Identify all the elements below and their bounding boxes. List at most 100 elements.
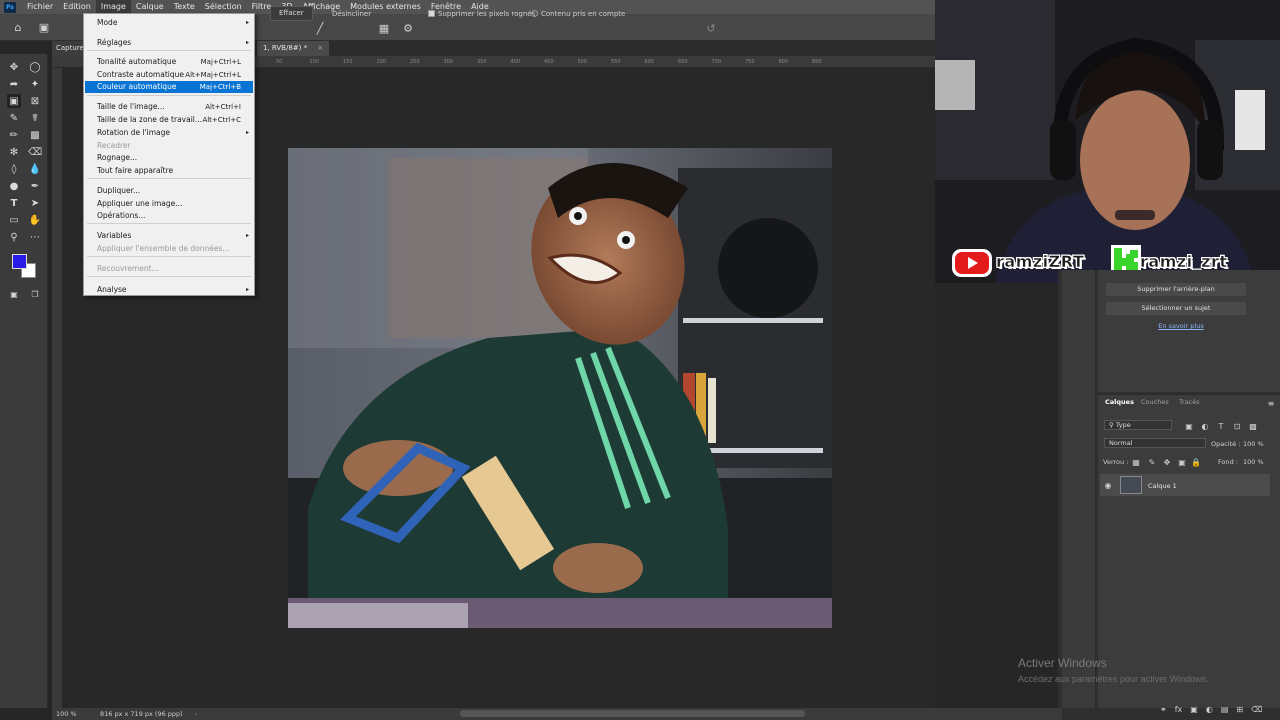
- image-menu-item[interactable]: Couleur automatique Maj+Ctrl+B: [85, 81, 253, 93]
- lock-transparent-icon[interactable]: ▦: [1131, 457, 1141, 467]
- lock-pixels-icon[interactable]: ✎: [1147, 457, 1157, 467]
- frame-tool-icon[interactable]: ⊠: [28, 94, 42, 108]
- type-icon[interactable]: T: [7, 196, 21, 210]
- reset-icon[interactable]: ↺: [703, 20, 719, 36]
- link-icon[interactable]: ⚭: [1160, 705, 1167, 714]
- home-icon[interactable]: ⌂: [10, 19, 26, 35]
- dodge-icon[interactable]: ●: [7, 179, 21, 193]
- checkbox-unchecked-icon: [531, 10, 538, 17]
- ruler-tick-label: 650: [678, 59, 688, 65]
- image-menu-item[interactable]: Taille de l'image... Alt+Ctrl+I: [85, 101, 253, 113]
- grid-overlay-icon[interactable]: ▦: [376, 20, 392, 36]
- tab-layers[interactable]: Calques: [1105, 398, 1134, 406]
- menu-fichier[interactable]: Fichier: [22, 0, 58, 14]
- layer-filter-dropdown[interactable]: ⚲ Type: [1104, 420, 1172, 430]
- filter-smart-object-icon[interactable]: ▩: [1248, 421, 1258, 431]
- image-menu-item[interactable]: Appliquer une image...: [85, 198, 253, 210]
- tab-channels[interactable]: Couches: [1141, 398, 1169, 406]
- menu-selection[interactable]: Sélection: [200, 0, 247, 14]
- move-tool-icon[interactable]: ✥: [7, 60, 21, 74]
- panel-menu-icon[interactable]: ≡: [1266, 398, 1276, 408]
- menu-item-label: Rotation de l'image: [97, 128, 171, 137]
- mask-icon[interactable]: ▣: [1190, 705, 1198, 714]
- paint-bucket-icon[interactable]: ◊: [7, 162, 21, 176]
- menu-image[interactable]: Image: [95, 0, 131, 14]
- lasso-tool-icon[interactable]: ➦: [7, 77, 21, 91]
- image-menu-item[interactable]: Mode ▸: [85, 17, 253, 29]
- close-icon[interactable]: ×: [317, 44, 323, 52]
- image-menu-item[interactable]: Variables ▸: [85, 230, 253, 242]
- menu-item-label: Contraste automatique: [97, 70, 184, 79]
- opacity-value[interactable]: 100 %: [1243, 440, 1264, 448]
- marquee-tool-icon[interactable]: ◯: [28, 60, 42, 74]
- horizontal-scrollbar[interactable]: [460, 710, 805, 717]
- document-tab-active[interactable]: 1, RVB/8#) * ×: [257, 41, 330, 56]
- image-menu-item[interactable]: Contraste automatique Alt+Maj+Ctrl+L: [85, 69, 253, 81]
- image-menu-item[interactable]: Rognage...: [85, 152, 253, 164]
- crop-tool-icon[interactable]: ▣: [36, 19, 52, 35]
- eye-icon[interactable]: ◉: [1103, 480, 1113, 490]
- ruler-tick-label: 100: [309, 59, 320, 65]
- more-tools-icon[interactable]: ⋯: [28, 230, 42, 244]
- blend-mode-dropdown[interactable]: Normal: [1104, 438, 1206, 448]
- fill-value[interactable]: 100 %: [1243, 458, 1264, 466]
- screen-mode-icon[interactable]: ❐: [28, 287, 42, 301]
- filter-shape-icon[interactable]: ⊡: [1232, 421, 1242, 431]
- content-aware-checkbox[interactable]: Contenu pris en compte: [531, 10, 625, 18]
- fx-icon[interactable]: fx: [1175, 705, 1183, 714]
- foreground-color-swatch[interactable]: [12, 254, 27, 269]
- adjustment-icon[interactable]: ◐: [1206, 705, 1213, 714]
- filter-type-icon[interactable]: T: [1216, 421, 1226, 431]
- image-menu-item[interactable]: Tout faire apparaître: [85, 165, 253, 177]
- image-menu-item[interactable]: Analyse ▸: [85, 284, 253, 296]
- menu-texte[interactable]: Texte: [169, 0, 200, 14]
- lock-all-icon[interactable]: 🔒: [1191, 457, 1201, 467]
- zoom-level[interactable]: 100 %: [56, 710, 77, 718]
- stamp-icon[interactable]: ▩: [28, 128, 42, 142]
- menu-calque[interactable]: Calque: [131, 0, 169, 14]
- pen-icon[interactable]: ✒: [28, 179, 42, 193]
- quick-mask-icon[interactable]: ▣: [7, 287, 21, 301]
- menu-item-shortcut: Maj+Ctrl+B: [199, 83, 241, 91]
- image-menu-item[interactable]: Tonalité automatique Maj+Ctrl+L: [85, 56, 253, 68]
- eraser-icon[interactable]: ⌫: [28, 145, 42, 159]
- folder-icon[interactable]: ▤: [1221, 705, 1229, 714]
- image-menu-item[interactable]: Réglages ▸: [85, 37, 253, 49]
- path-selection-icon[interactable]: ➤: [28, 196, 42, 210]
- lock-artboard-icon[interactable]: ▣: [1177, 457, 1187, 467]
- filter-pixel-icon[interactable]: ▣: [1184, 421, 1194, 431]
- tab-paths[interactable]: Tracés: [1179, 398, 1200, 406]
- ruler-tick-label: 250: [410, 59, 420, 65]
- image-menu-item[interactable]: Opérations...: [85, 210, 253, 222]
- new-layer-icon[interactable]: ⊞: [1236, 705, 1243, 714]
- history-brush-icon[interactable]: ✻: [7, 145, 21, 159]
- lock-position-icon[interactable]: ✥: [1162, 457, 1172, 467]
- rectangle-icon[interactable]: ▭: [7, 213, 21, 227]
- menu-edition[interactable]: Edition: [58, 0, 96, 14]
- submenu-arrow-icon: ▸: [245, 129, 249, 136]
- straighten-icon[interactable]: ╱: [312, 20, 328, 36]
- image-menu-item[interactable]: Taille de la zone de travail... Alt+Ctrl+…: [85, 114, 253, 126]
- select-subject-button[interactable]: Sélectionner un sujet: [1106, 302, 1246, 315]
- image-menu-item[interactable]: Dupliquer...: [85, 185, 253, 197]
- zoom-icon[interactable]: ⚲: [7, 230, 21, 244]
- learn-more-link[interactable]: En savoir plus: [1106, 322, 1256, 330]
- chevron-right-icon[interactable]: ›: [195, 710, 198, 718]
- trash-icon[interactable]: ⌫: [1251, 705, 1262, 714]
- magic-wand-icon[interactable]: ✦: [28, 77, 42, 91]
- eyedropper-icon[interactable]: ✎: [7, 111, 21, 125]
- filter-adjustment-icon[interactable]: ◐: [1200, 421, 1210, 431]
- clear-button[interactable]: Effacer: [270, 6, 313, 21]
- gear-icon[interactable]: ⚙: [400, 20, 416, 36]
- layer-name[interactable]: Calque 1: [1148, 482, 1177, 490]
- delete-cropped-checkbox[interactable]: Supprimer les pixels rognés: [428, 10, 535, 18]
- document-photo[interactable]: [288, 148, 832, 628]
- blur-icon[interactable]: 💧: [28, 162, 42, 176]
- remove-background-button[interactable]: Supprimer l'arrière-plan: [1106, 283, 1246, 296]
- crop-icon[interactable]: ▣: [7, 94, 21, 108]
- straighten-label[interactable]: Désincliner: [332, 10, 371, 18]
- hand-icon[interactable]: ✋: [28, 213, 42, 227]
- healing-brush-icon[interactable]: ☤: [28, 111, 42, 125]
- brush-icon[interactable]: ✏: [7, 128, 21, 142]
- image-menu-item[interactable]: Rotation de l'image ▸: [85, 127, 253, 139]
